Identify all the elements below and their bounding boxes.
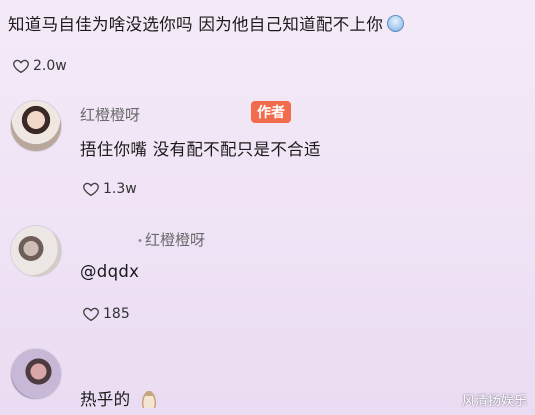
reply-text: 捂住你嘴 没有配不配只是不合适 — [80, 140, 321, 159]
top-comment-text: 知道马自佳为啥没选你吗 因为他自己知道配不上你 — [8, 11, 405, 35]
crying-face-emoji-icon — [387, 15, 405, 32]
watermark: 风清扬娱乐 — [461, 394, 527, 409]
like-count: 185 — [103, 306, 130, 322]
like-count: 2.0w — [33, 58, 67, 74]
reply-text: @dqdx — [80, 262, 140, 281]
reply-text: 热乎的 — [80, 390, 131, 409]
author-badge: 作者 — [251, 101, 291, 123]
separator-dot: • — [137, 236, 143, 247]
top-comment-like-button[interactable]: 2.0w — [12, 57, 67, 75]
heart-icon — [83, 307, 99, 322]
avatar[interactable] — [10, 348, 62, 400]
reply-like-button[interactable]: 185 — [82, 305, 130, 323]
reply-like-button[interactable]: 1.3w — [82, 180, 137, 198]
money-bag-icon — [142, 391, 157, 408]
heart-icon — [13, 59, 29, 74]
reply-username[interactable]: 红橙橙呀 — [80, 104, 140, 125]
comment-text: 知道马自佳为啥没选你吗 因为他自己知道配不上你 — [8, 15, 384, 34]
avatar[interactable] — [10, 100, 62, 152]
like-count: 1.3w — [103, 181, 137, 197]
heart-icon — [83, 182, 99, 197]
reply-username[interactable]: 红橙橙呀 — [145, 229, 205, 250]
reply-text-with-emoji: 热乎的 — [80, 386, 157, 410]
avatar[interactable] — [10, 225, 62, 277]
